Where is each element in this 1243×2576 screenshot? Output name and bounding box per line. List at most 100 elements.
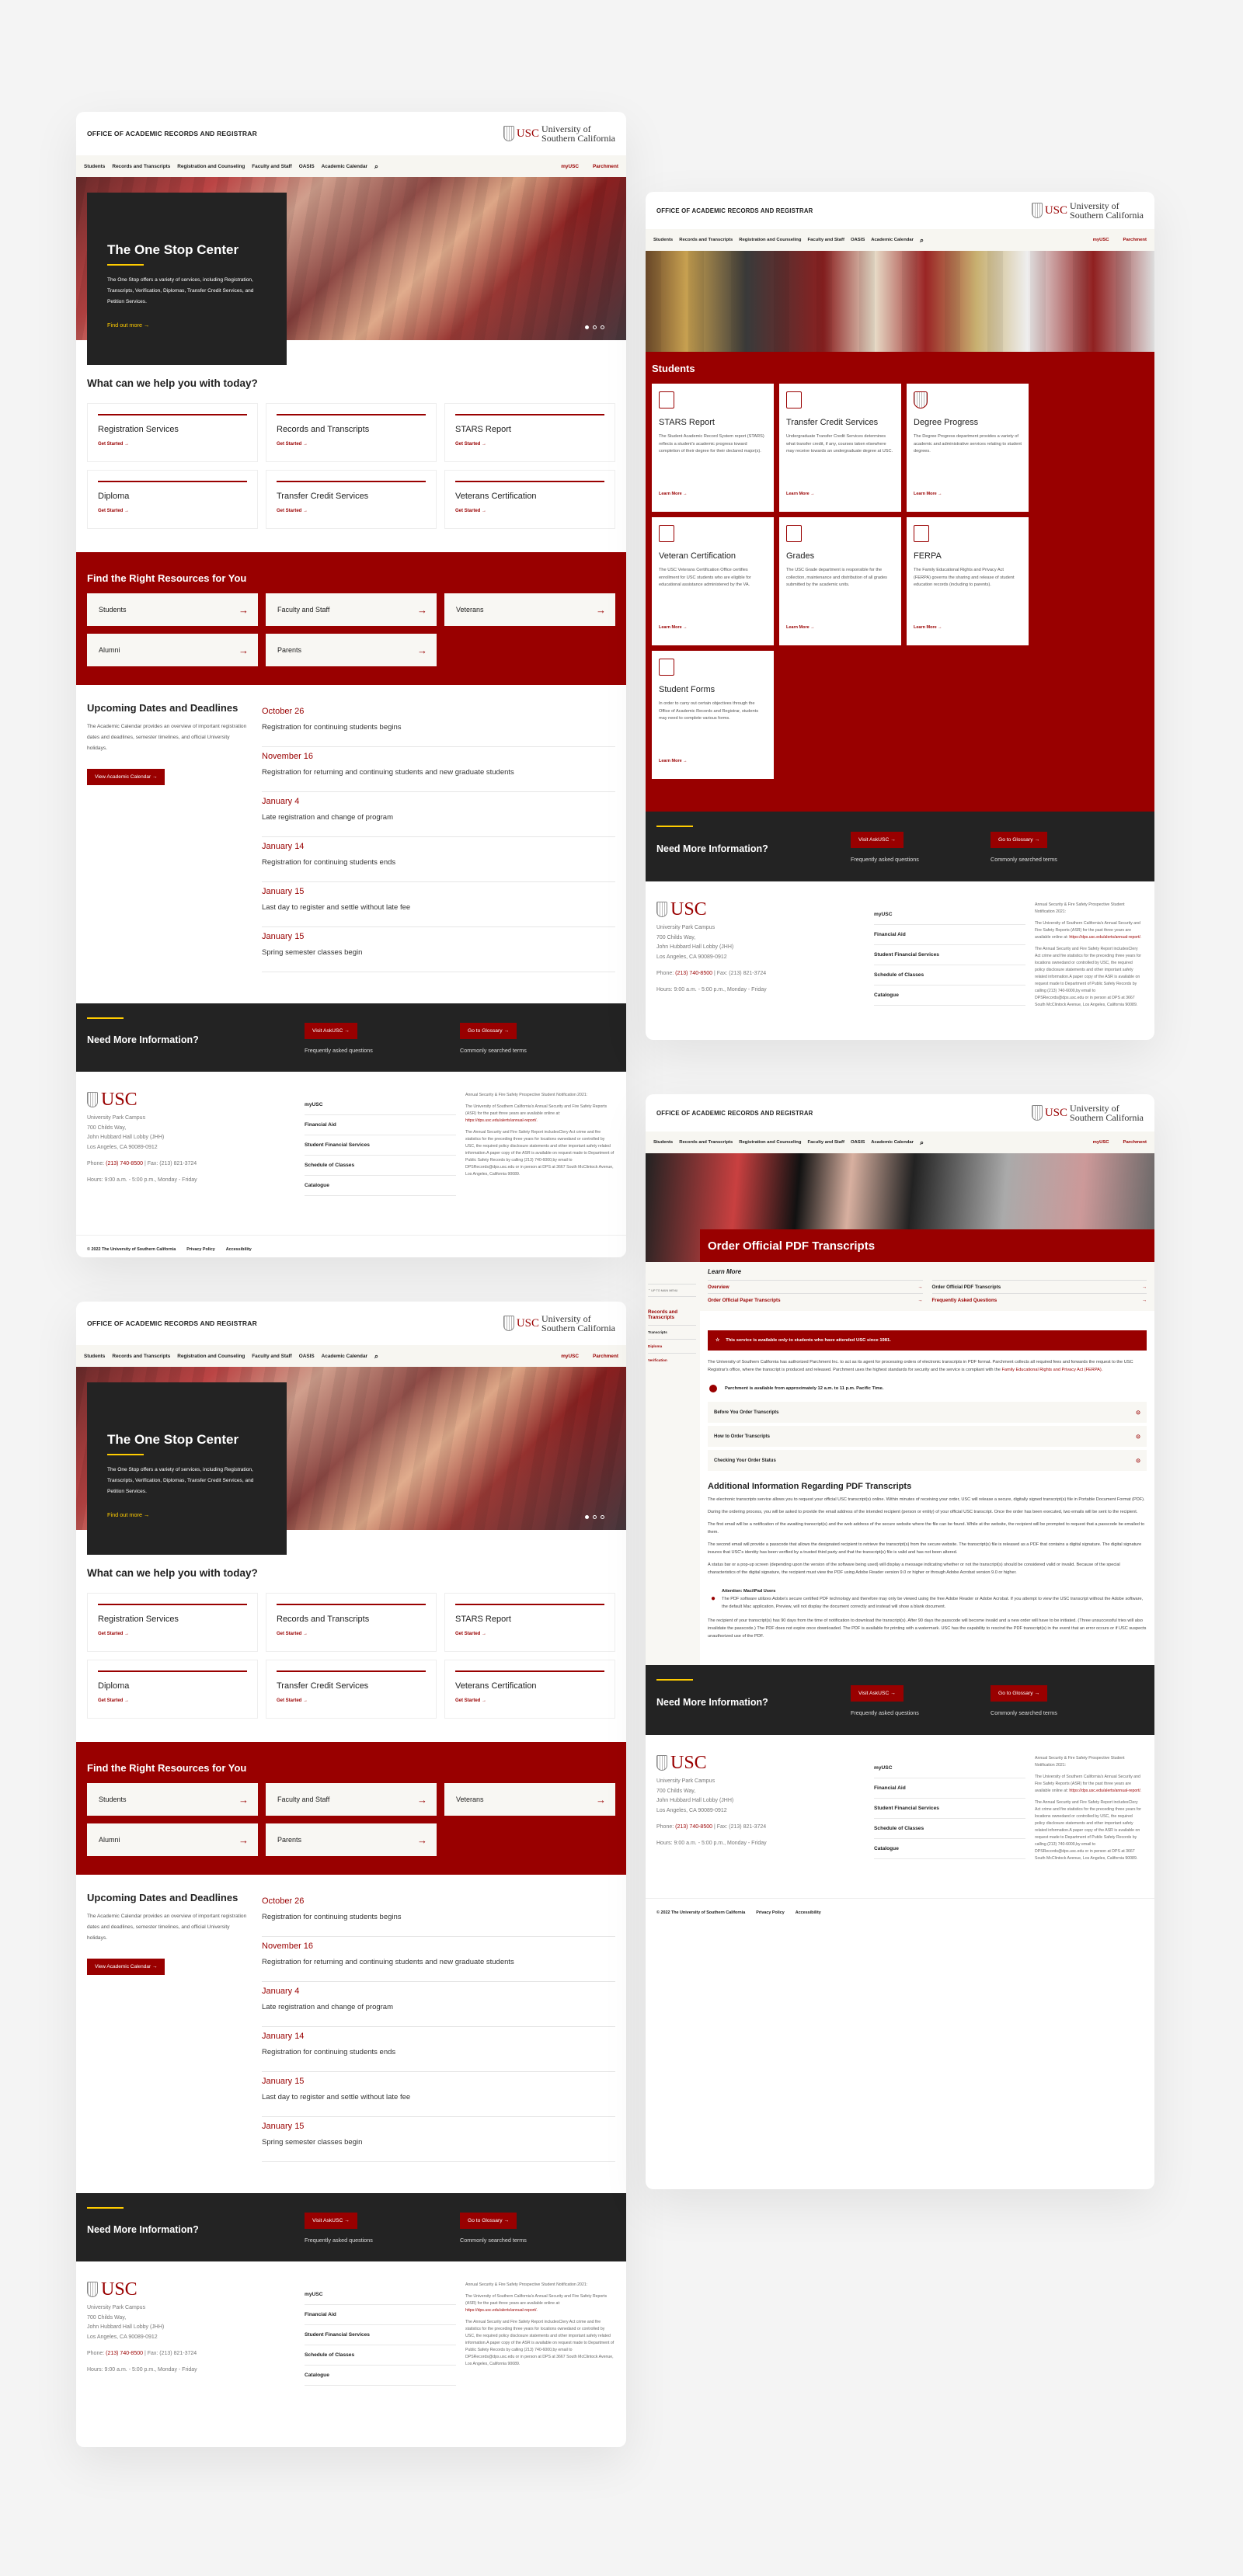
get-started-link[interactable]: Get Started → — [455, 509, 604, 513]
visit-askusc-button[interactable]: Visit AskUSC → — [851, 1684, 904, 1702]
nav-registration-counseling[interactable]: Registration and Counseling — [177, 1354, 245, 1359]
resource-alumni[interactable]: Alumni → — [87, 1823, 258, 1856]
view-academic-calendar-button[interactable]: View Academic Calendar → — [87, 769, 165, 785]
footer-link-myusc[interactable]: myUSC — [305, 2285, 456, 2305]
nav-oasis[interactable]: OASIS — [851, 1140, 865, 1145]
get-started-link[interactable]: Get Started → — [98, 1698, 247, 1703]
nav-records-transcripts[interactable]: Records and Transcripts — [679, 1140, 733, 1145]
carousel-dot[interactable] — [601, 325, 604, 329]
get-started-link[interactable]: Get Started → — [277, 442, 426, 447]
nav-faculty-staff[interactable]: Faculty and Staff — [807, 238, 844, 242]
annual-report-link[interactable]: https://dps.usc.edu/alerts/annual-report… — [1069, 935, 1141, 940]
visit-askusc-button[interactable]: Visit AskUSC → — [305, 2212, 357, 2229]
phone-link[interactable]: (213) 740-8500 — [106, 1161, 143, 1166]
nav-parchment[interactable]: Parchment — [593, 1354, 618, 1359]
nav-students[interactable]: Students — [653, 1140, 673, 1145]
search-icon[interactable]: ⌕ — [920, 1139, 924, 1147]
learn-link-paper-transcripts[interactable]: Order Official Paper Transcripts → — [708, 1293, 923, 1306]
nav-faculty-staff[interactable]: Faculty and Staff — [807, 1140, 844, 1145]
service-card[interactable]: Records and Transcripts Get Started → — [266, 403, 437, 462]
accordion-before-order[interactable]: Before You Order Transcripts ⊙ — [708, 1402, 1147, 1423]
phone-link[interactable]: (213) 740-8500 — [106, 2351, 143, 2356]
phone-link[interactable]: (213) 740-8500 — [675, 1824, 712, 1830]
usc-logo[interactable]: USC University of Southern California — [1031, 201, 1144, 220]
footer-link-myusc[interactable]: myUSC — [305, 1095, 456, 1115]
footer-logo[interactable]: USC — [87, 2280, 305, 2298]
get-started-link[interactable]: Get Started → — [455, 442, 604, 447]
nav-registration-counseling[interactable]: Registration and Counseling — [739, 1140, 801, 1145]
office-title[interactable]: OFFICE OF ACADEMIC RECORDS AND REGISTRAR — [656, 1110, 813, 1117]
carousel-dot[interactable] — [593, 325, 597, 329]
go-to-glossary-button[interactable]: Go to Glossary → — [460, 2212, 517, 2229]
learn-more-link[interactable]: Learn More → — [659, 759, 688, 763]
learn-link-faq[interactable]: Frequently Asked Questions → — [931, 1293, 1147, 1306]
footer-link-schedule-of-classes[interactable]: Schedule of Classes — [874, 965, 1025, 986]
nav-academic-calendar[interactable]: Academic Calendar — [871, 238, 914, 242]
annual-report-link[interactable]: https://dps.usc.edu/alerts/annual-report… — [465, 2308, 538, 2313]
footer-link-myusc[interactable]: myUSC — [874, 905, 1025, 925]
resource-parents[interactable]: Parents → — [266, 1823, 437, 1856]
learn-more-link[interactable]: Learn More → — [659, 492, 688, 496]
privacy-policy-link[interactable]: Privacy Policy — [186, 1247, 215, 1252]
usc-logo[interactable]: USC University of Southern California — [503, 1314, 615, 1333]
service-card[interactable]: Veterans Certification Get Started → — [444, 470, 615, 529]
footer-link-student-financial-services[interactable]: Student Financial Services — [874, 1799, 1025, 1819]
search-icon[interactable]: ⌕ — [374, 1352, 378, 1361]
get-started-link[interactable]: Get Started → — [98, 509, 247, 513]
footer-link-myusc[interactable]: myUSC — [874, 1758, 1025, 1778]
office-title[interactable]: OFFICE OF ACADEMIC RECORDS AND REGISTRAR — [656, 207, 813, 214]
learn-more-link[interactable]: Learn More → — [914, 625, 942, 630]
nav-faculty-staff[interactable]: Faculty and Staff — [252, 164, 292, 169]
footer-link-financial-aid[interactable]: Financial Aid — [874, 925, 1025, 945]
student-service-card[interactable]: Degree Progress The Degree Progress depar… — [907, 384, 1029, 512]
get-started-link[interactable]: Get Started → — [455, 1698, 604, 1703]
carousel-dot[interactable] — [585, 1515, 589, 1519]
find-out-more-link[interactable]: Find out more → — [107, 1511, 149, 1518]
get-started-link[interactable]: Get Started → — [98, 1632, 247, 1636]
sidebar-item-verification[interactable]: Verification — [648, 1353, 696, 1367]
resource-students[interactable]: Students → — [87, 1783, 258, 1816]
get-started-link[interactable]: Get Started → — [277, 1632, 426, 1636]
nav-academic-calendar[interactable]: Academic Calendar — [322, 1354, 367, 1359]
service-card[interactable]: STARS Report Get Started → — [444, 1593, 615, 1652]
go-to-glossary-button[interactable]: Go to Glossary → — [460, 1022, 517, 1039]
service-card[interactable]: Veterans Certification Get Started → — [444, 1660, 615, 1719]
usc-logo[interactable]: USC University of Southern California — [1031, 1104, 1144, 1122]
nav-myusc[interactable]: myUSC — [1093, 238, 1109, 242]
annual-report-link[interactable]: https://dps.usc.edu/alerts/annual-report… — [465, 1118, 538, 1123]
nav-myusc[interactable]: myUSC — [561, 164, 579, 169]
phone-link[interactable]: (213) 740-8500 — [675, 971, 712, 976]
footer-logo[interactable]: USC — [656, 1754, 874, 1771]
accessibility-link[interactable]: Accessibility — [226, 1247, 252, 1252]
footer-link-catalogue[interactable]: Catalogue — [874, 1839, 1025, 1859]
nav-registration-counseling[interactable]: Registration and Counseling — [177, 164, 245, 169]
nav-academic-calendar[interactable]: Academic Calendar — [871, 1140, 914, 1145]
nav-oasis[interactable]: OASIS — [299, 164, 315, 169]
carousel-dot[interactable] — [601, 1515, 604, 1519]
search-icon[interactable]: ⌕ — [920, 236, 924, 245]
resource-veterans[interactable]: Veterans → — [444, 1783, 615, 1816]
accordion-order-status[interactable]: Checking Your Order Status ⊙ — [708, 1450, 1147, 1471]
service-card[interactable]: Registration Services Get Started → — [87, 403, 258, 462]
student-service-card[interactable]: FERPA The Family Educational Rights and P… — [907, 517, 1029, 645]
nav-oasis[interactable]: OASIS — [851, 238, 865, 242]
sidebar-section-title[interactable]: Records and Transcripts — [648, 1309, 700, 1320]
service-card[interactable]: Transfer Credit Services Get Started → — [266, 1660, 437, 1719]
resource-faculty-staff[interactable]: Faculty and Staff → — [266, 593, 437, 626]
footer-link-schedule-of-classes[interactable]: Schedule of Classes — [305, 1156, 456, 1176]
nav-registration-counseling[interactable]: Registration and Counseling — [739, 238, 801, 242]
nav-students[interactable]: Students — [84, 1354, 105, 1359]
service-card[interactable]: Diploma Get Started → — [87, 1660, 258, 1719]
accordion-how-to-order[interactable]: How to Order Transcripts ⊙ — [708, 1426, 1147, 1447]
learn-link-overview[interactable]: Overview → — [708, 1280, 923, 1293]
learn-more-link[interactable]: Learn More → — [786, 492, 815, 496]
ferpa-link[interactable]: Family Educational Rights and Privacy Ac… — [1001, 1368, 1102, 1372]
annual-report-link[interactable]: https://dps.usc.edu/alerts/annual-report… — [1069, 1789, 1141, 1793]
resource-faculty-staff[interactable]: Faculty and Staff → — [266, 1783, 437, 1816]
service-card[interactable]: STARS Report Get Started → — [444, 403, 615, 462]
up-to-main-menu[interactable]: ⌃ UP TO MAIN MENU — [648, 1284, 696, 1297]
nav-parchment[interactable]: Parchment — [593, 164, 618, 169]
accessibility-link[interactable]: Accessibility — [796, 1910, 821, 1915]
sidebar-item-diploma[interactable]: Diploma — [648, 1339, 696, 1353]
student-service-card[interactable]: Student Forms In order to carry out certa… — [652, 651, 774, 779]
